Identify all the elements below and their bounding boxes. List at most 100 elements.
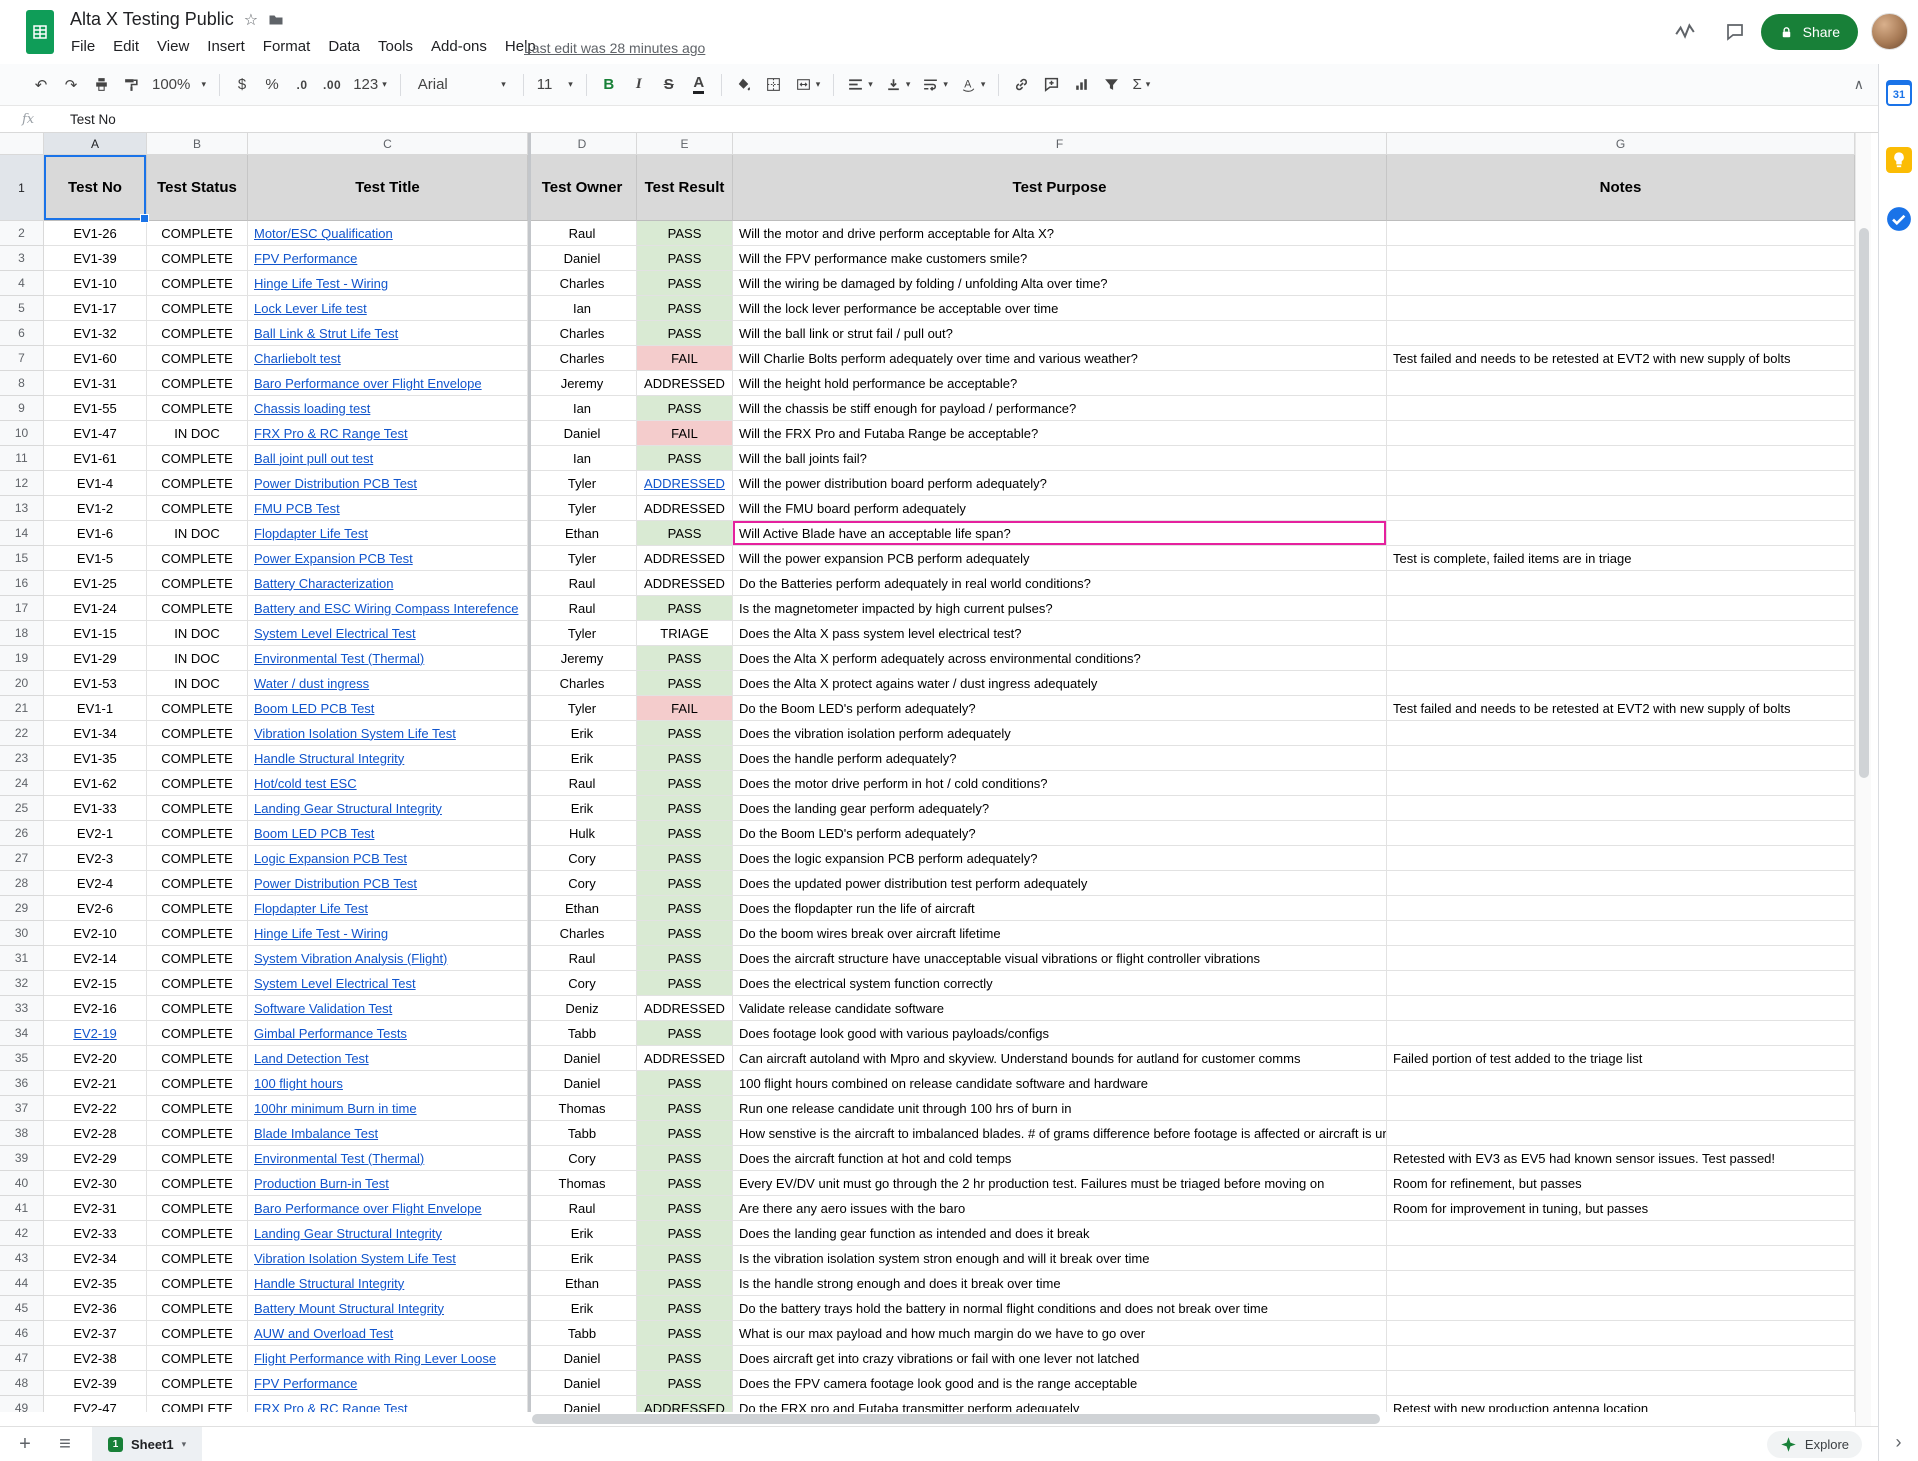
cell-D10[interactable]: Daniel [528, 421, 637, 446]
cell-F33[interactable]: Validate release candidate software [733, 996, 1387, 1021]
cell-D23[interactable]: Erik [528, 746, 637, 771]
formula-input[interactable]: Test No [70, 112, 116, 127]
row-header-5[interactable]: 5 [0, 296, 44, 321]
cell-D48[interactable]: Daniel [528, 1371, 637, 1396]
test-title-link[interactable]: Land Detection Test [254, 1051, 369, 1066]
cell-G29[interactable] [1387, 896, 1855, 921]
cell-E25[interactable]: PASS [637, 796, 733, 821]
cell-C17[interactable]: Battery and ESC Wiring Compass Interefen… [248, 596, 528, 621]
cell-A31[interactable]: EV2-14 [44, 946, 147, 971]
cell-F42[interactable]: Does the landing gear function as intend… [733, 1221, 1387, 1246]
cell-A11[interactable]: EV1-61 [44, 446, 147, 471]
cell-C27[interactable]: Logic Expansion PCB Test [248, 846, 528, 871]
cell-A28[interactable]: EV2-4 [44, 871, 147, 896]
test-title-link[interactable]: Vibration Isolation System Life Test [254, 1251, 456, 1266]
cell-C32[interactable]: System Level Electrical Test [248, 971, 528, 996]
menu-tools[interactable]: Tools [369, 35, 422, 58]
cell-F18[interactable]: Does the Alta X pass system level electr… [733, 621, 1387, 646]
cell-F31[interactable]: Does the aircraft structure have unaccep… [733, 946, 1387, 971]
cell-G30[interactable] [1387, 921, 1855, 946]
cell-F27[interactable]: Does the logic expansion PCB perform ade… [733, 846, 1387, 871]
cell-F3[interactable]: Will the FPV performance make customers … [733, 246, 1387, 271]
row-header-30[interactable]: 30 [0, 921, 44, 946]
cell-B3[interactable]: COMPLETE [147, 246, 248, 271]
cell-A17[interactable]: EV1-24 [44, 596, 147, 621]
test-title-link[interactable]: Gimbal Performance Tests [254, 1026, 407, 1041]
row-header-13[interactable]: 13 [0, 496, 44, 521]
cell-F24[interactable]: Does the motor drive perform in hot / co… [733, 771, 1387, 796]
cell-B49[interactable]: COMPLETE [147, 1396, 248, 1412]
test-title-link[interactable]: FRX Pro & RC Range Test [254, 1401, 408, 1413]
cell-D36[interactable]: Daniel [528, 1071, 637, 1096]
test-title-link[interactable]: Motor/ESC Qualification [254, 226, 393, 241]
cell-B18[interactable]: IN DOC [147, 621, 248, 646]
cell-D42[interactable]: Erik [528, 1221, 637, 1246]
cell-A35[interactable]: EV2-20 [44, 1046, 147, 1071]
cell-G25[interactable] [1387, 796, 1855, 821]
borders-button[interactable] [761, 71, 787, 99]
cell-F20[interactable]: Does the Alta X protect agains water / d… [733, 671, 1387, 696]
cell-D22[interactable]: Erik [528, 721, 637, 746]
row-header-36[interactable]: 36 [0, 1071, 44, 1096]
row-header-21[interactable]: 21 [0, 696, 44, 721]
row-header-27[interactable]: 27 [0, 846, 44, 871]
cell-F29[interactable]: Does the flopdapter run the life of airc… [733, 896, 1387, 921]
cell-E21[interactable]: FAIL [637, 696, 733, 721]
test-title-link[interactable]: FRX Pro & RC Range Test [254, 426, 408, 441]
cell-C25[interactable]: Landing Gear Structural Integrity [248, 796, 528, 821]
cell-E15[interactable]: ADDRESSED [637, 546, 733, 571]
cell-C18[interactable]: System Level Electrical Test [248, 621, 528, 646]
row-header-10[interactable]: 10 [0, 421, 44, 446]
cell-C35[interactable]: Land Detection Test [248, 1046, 528, 1071]
cell-B14[interactable]: IN DOC [147, 521, 248, 546]
cell-G28[interactable] [1387, 871, 1855, 896]
cell-G5[interactable] [1387, 296, 1855, 321]
cell-E13[interactable]: ADDRESSED [637, 496, 733, 521]
cell-A24[interactable]: EV1-62 [44, 771, 147, 796]
row-header-42[interactable]: 42 [0, 1221, 44, 1246]
cell-G16[interactable] [1387, 571, 1855, 596]
cell-D30[interactable]: Charles [528, 921, 637, 946]
cell-F13[interactable]: Will the FMU board perform adequately [733, 496, 1387, 521]
cell-A32[interactable]: EV2-15 [44, 971, 147, 996]
cell-G46[interactable] [1387, 1321, 1855, 1346]
row-header-9[interactable]: 9 [0, 396, 44, 421]
bold-button[interactable]: B [596, 71, 622, 99]
cell-D46[interactable]: Tabb [528, 1321, 637, 1346]
cell-E7[interactable]: FAIL [637, 346, 733, 371]
test-title-link[interactable]: Handle Structural Integrity [254, 1276, 404, 1291]
cell-C1[interactable]: Test Title [248, 155, 528, 221]
cell-E8[interactable]: ADDRESSED [637, 371, 733, 396]
cell-E11[interactable]: PASS [637, 446, 733, 471]
row-header-1[interactable]: 1 [0, 155, 44, 221]
cell-C3[interactable]: FPV Performance [248, 246, 528, 271]
test-title-link[interactable]: Environmental Test (Thermal) [254, 1151, 424, 1166]
cell-F19[interactable]: Does the Alta X perform adequately acros… [733, 646, 1387, 671]
document-title[interactable]: Alta X Testing Public [70, 9, 234, 30]
cell-A34[interactable]: EV2-19 [44, 1021, 147, 1046]
cell-G18[interactable] [1387, 621, 1855, 646]
test-title-link[interactable]: Logic Expansion PCB Test [254, 851, 407, 866]
cell-B38[interactable]: COMPLETE [147, 1121, 248, 1146]
cell-D17[interactable]: Raul [528, 596, 637, 621]
cell-G34[interactable] [1387, 1021, 1855, 1046]
paint-format-button[interactable] [118, 71, 144, 99]
cell-C6[interactable]: Ball Link & Strut Life Test [248, 321, 528, 346]
cell-C16[interactable]: Battery Characterization [248, 571, 528, 596]
cell-C22[interactable]: Vibration Isolation System Life Test [248, 721, 528, 746]
cell-B13[interactable]: COMPLETE [147, 496, 248, 521]
row-header-25[interactable]: 25 [0, 796, 44, 821]
cell-A37[interactable]: EV2-22 [44, 1096, 147, 1121]
text-color-button[interactable]: A [686, 71, 712, 99]
cell-F12[interactable]: Will the power distribution board perfor… [733, 471, 1387, 496]
cell-E37[interactable]: PASS [637, 1096, 733, 1121]
cell-G8[interactable] [1387, 371, 1855, 396]
cell-G27[interactable] [1387, 846, 1855, 871]
cell-G3[interactable] [1387, 246, 1855, 271]
cell-C21[interactable]: Boom LED PCB Test [248, 696, 528, 721]
test-title-link[interactable]: Charliebolt test [254, 351, 341, 366]
cell-D5[interactable]: Ian [528, 296, 637, 321]
cell-A10[interactable]: EV1-47 [44, 421, 147, 446]
cell-C47[interactable]: Flight Performance with Ring Lever Loose [248, 1346, 528, 1371]
cell-A1[interactable]: Test No [44, 155, 147, 221]
